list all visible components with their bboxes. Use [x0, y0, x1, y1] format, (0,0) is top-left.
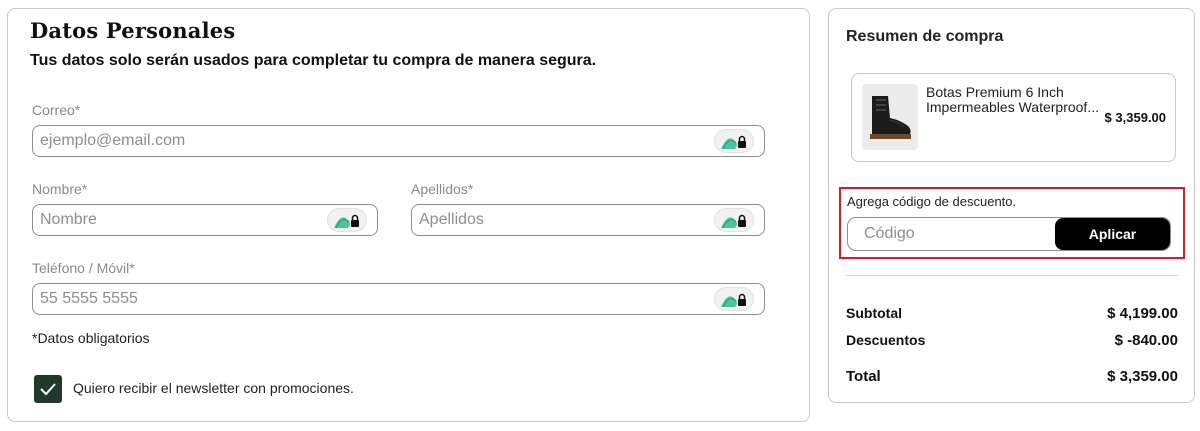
discounts-label: Descuentos [846, 332, 926, 348]
email-field-wrapper [32, 125, 765, 157]
order-summary-panel: Resumen de compra Botas Premium 6 Inch I… [828, 8, 1195, 403]
password-manager-icon[interactable] [714, 129, 754, 153]
subtotal-label: Subtotal [846, 305, 902, 321]
page-title: Datos Personales [30, 18, 236, 43]
subtotal-value: $ 4,199.00 [1107, 305, 1178, 322]
boot-icon [870, 96, 911, 139]
total-label: Total [846, 368, 881, 385]
first-name-field-wrapper [32, 204, 378, 236]
phone-field[interactable] [33, 284, 764, 314]
discount-field-wrapper: Aplicar [847, 217, 1171, 251]
total-value: $ 3,359.00 [1107, 368, 1178, 385]
email-label: Correo* [32, 102, 81, 118]
required-fields-note: *Datos obligatorios [32, 330, 150, 346]
first-name-label: Nombre* [32, 181, 88, 197]
summary-divider [846, 275, 1178, 276]
summary-title: Resumen de compra [846, 28, 1004, 45]
discount-section: Agrega código de descuento. Aplicar [839, 187, 1185, 259]
product-name: Botas Premium 6 Inch Impermeables Waterp… [926, 85, 1099, 115]
discounts-value: $ -840.00 [1114, 332, 1178, 349]
password-manager-icon[interactable] [327, 208, 367, 232]
last-name-field-wrapper [411, 204, 765, 236]
last-name-label: Apellidos* [411, 181, 474, 197]
apply-discount-button[interactable]: Aplicar [1055, 218, 1170, 250]
discount-label: Agrega código de descuento. [847, 194, 1017, 209]
phone-field-wrapper [32, 283, 765, 315]
page-subtitle: Tus datos solo serán usados para complet… [30, 52, 597, 69]
first-name-field[interactable] [33, 205, 377, 235]
email-field[interactable] [33, 126, 764, 156]
phone-label: Teléfono / Móvil* [32, 260, 135, 276]
last-name-field[interactable] [412, 205, 764, 235]
product-price: $ 3,359.00 [1104, 110, 1166, 125]
personal-data-panel: Datos Personales Tus datos solo serán us… [7, 8, 810, 422]
password-manager-icon[interactable] [714, 208, 754, 232]
newsletter-label[interactable]: Quiero recibir el newsletter con promoci… [73, 380, 354, 396]
check-icon [40, 383, 56, 396]
discount-code-input[interactable] [848, 218, 1058, 250]
product-item: Botas Premium 6 Inch Impermeables Waterp… [851, 73, 1176, 162]
password-manager-icon[interactable] [714, 287, 754, 311]
product-image [862, 84, 918, 150]
newsletter-checkbox[interactable] [34, 375, 62, 403]
